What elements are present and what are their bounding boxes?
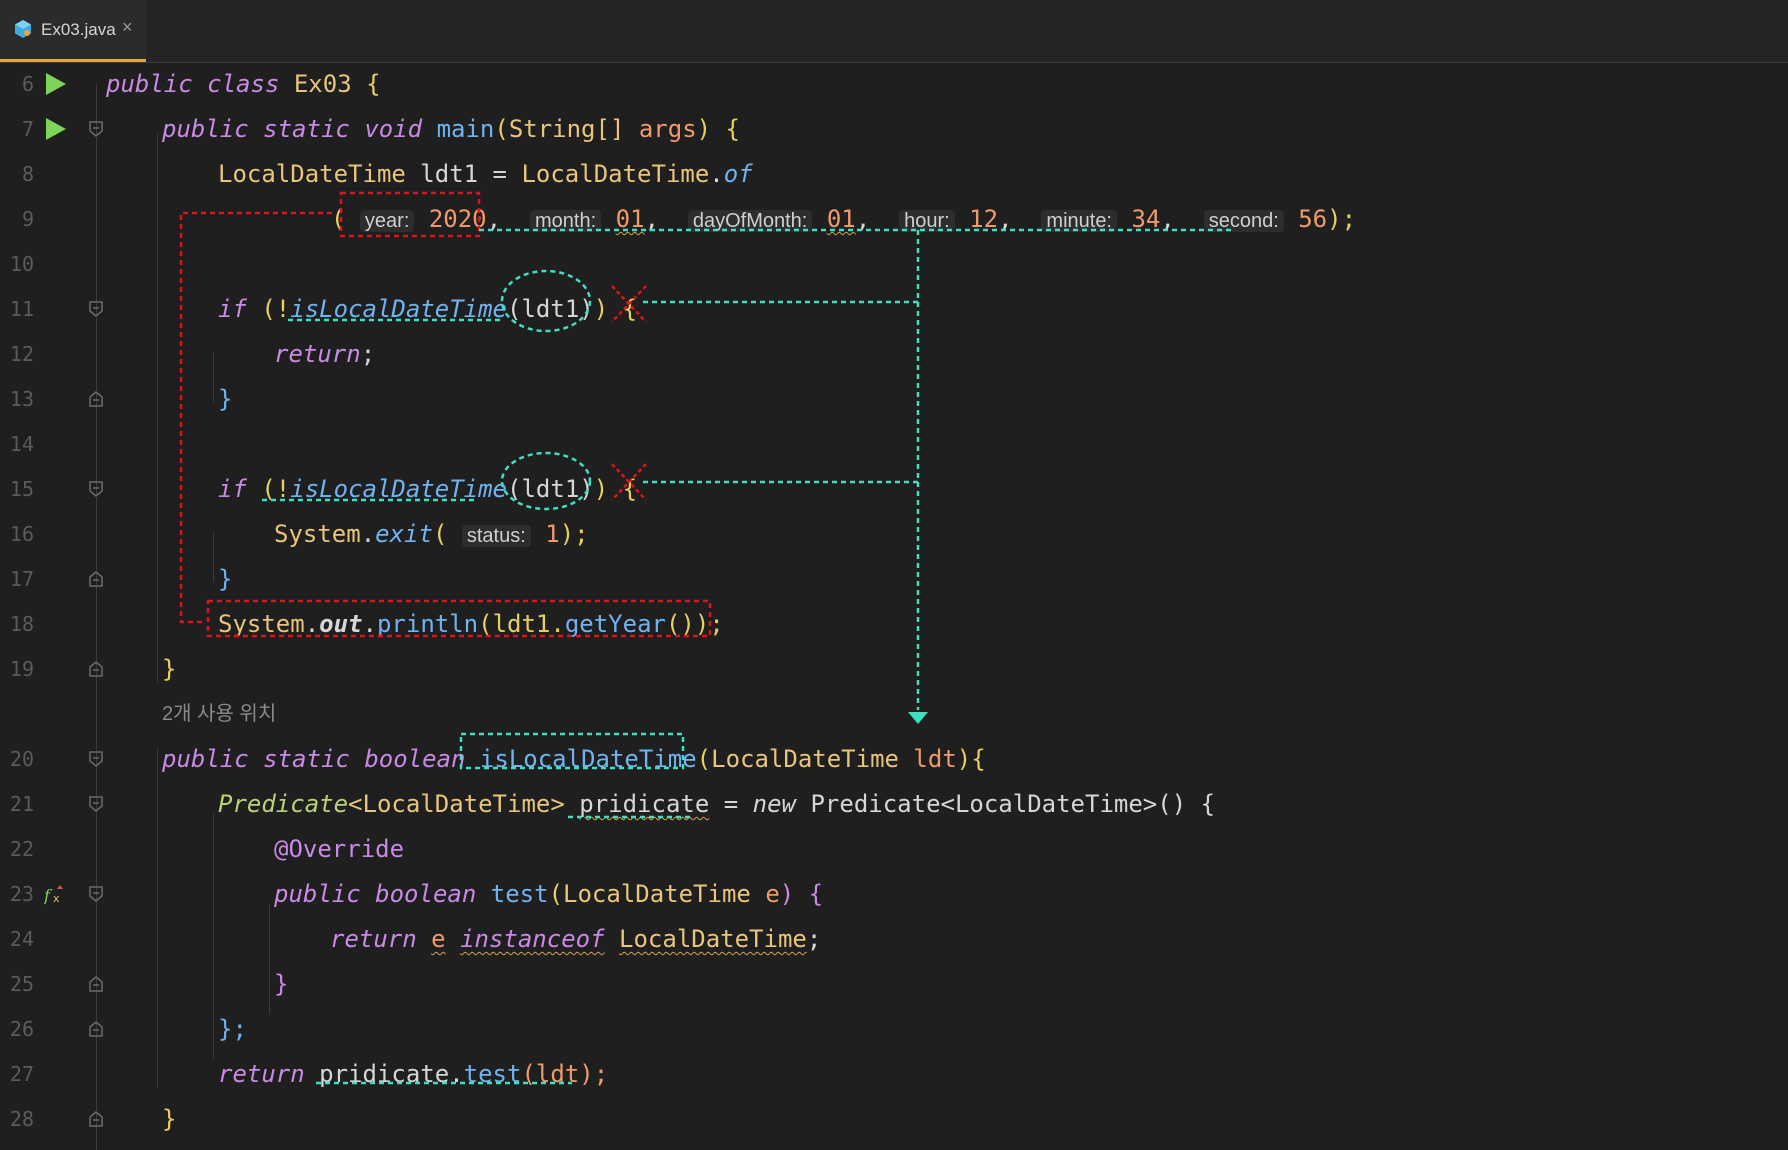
code-text: } — [218, 565, 233, 593]
close-icon[interactable]: × — [122, 17, 133, 38]
code-line-20: 20 public static boolean isLocalDateTime… — [0, 737, 1788, 782]
code-line-12: 12 return; — [0, 332, 1788, 377]
line-number: 26 — [9, 1017, 34, 1041]
line-number: 23 — [9, 882, 34, 906]
param-hint: hour: — [899, 210, 955, 232]
code-line-7: 7 public static void main(String[] args)… — [0, 107, 1788, 152]
line-number: 24 — [9, 927, 34, 951]
code-line-11: 11 if (!isLocalDateTime(ldt1)) { — [0, 287, 1788, 332]
line-number: 22 — [9, 837, 34, 861]
editor-tab-bar: Ex03.java × — [0, 0, 1788, 63]
code-line-23: 23 f x public boolean test(LocalDateTime… — [0, 872, 1788, 917]
param-hint: year: — [359, 210, 415, 232]
line-number: 21 — [9, 792, 34, 816]
line-number: 13 — [9, 387, 34, 411]
fold-end-icon[interactable] — [89, 661, 103, 677]
fold-icon[interactable] — [89, 481, 103, 497]
tab-filename: Ex03.java — [41, 20, 116, 39]
code-text: @Override — [274, 835, 405, 863]
code-text: public static boolean isLocalDateTime(Lo… — [162, 745, 986, 773]
code-text: public boolean test(LocalDateTime e) { — [274, 880, 824, 908]
fold-icon[interactable] — [89, 301, 103, 317]
code-line-24: 24 return e instanceof LocalDateTime; — [0, 917, 1788, 962]
code-line-18: 18 System.out.println(ldt1.getYear()); — [0, 602, 1788, 647]
param-hint: status: — [461, 525, 531, 547]
code-text: return pridicate.test(ldt); — [218, 1060, 609, 1088]
line-number: 15 — [9, 477, 34, 501]
line-number: 18 — [9, 612, 34, 636]
code-text: ( year: 2020, month: 01, dayOfMonth: 01,… — [331, 205, 1357, 233]
code-line-8: 8 LocalDateTime ldt1 = LocalDateTime.of — [0, 152, 1788, 197]
fold-end-icon[interactable] — [89, 571, 103, 587]
code-text: return; — [274, 340, 376, 368]
code-line-13: 13 } — [0, 377, 1788, 422]
code-line-16: 16 System.exit( status: 1); — [0, 512, 1788, 557]
run-icon[interactable] — [46, 73, 66, 95]
fold-end-icon[interactable] — [89, 976, 103, 992]
code-line-21: 21 Predicate<LocalDateTime> pridicate = … — [0, 782, 1788, 827]
line-number: 7 — [21, 117, 34, 141]
line-number: 28 — [9, 1107, 34, 1131]
param-hint: dayOfMonth: — [687, 210, 813, 232]
code-text: public static void main(String[] args) { — [162, 115, 741, 143]
line-number: 20 — [9, 747, 34, 771]
code-text: } — [274, 970, 289, 998]
fold-end-icon[interactable] — [89, 1021, 103, 1037]
code-text: LocalDateTime ldt1 = LocalDateTime.of — [218, 160, 753, 188]
line-number: 10 — [9, 252, 34, 276]
tab-ex03-java[interactable]: Ex03.java × — [0, 0, 146, 62]
code-text: System.exit( status: 1); — [274, 520, 589, 548]
fold-icon[interactable] — [89, 751, 103, 767]
fold-icon[interactable] — [89, 121, 103, 137]
line-number: 11 — [9, 297, 34, 321]
param-hint: month: — [529, 210, 602, 232]
code-line-22: 22 @Override — [0, 827, 1788, 872]
code-line-27: 27 return pridicate.test(ldt); — [0, 1052, 1788, 1097]
line-number: 9 — [21, 207, 34, 231]
code-line-9: 9 ( year: 2020, month: 01, dayOfMonth: 0… — [0, 197, 1788, 242]
line-number: 27 — [9, 1062, 34, 1086]
run-icon[interactable] — [46, 118, 66, 140]
code-text: } — [218, 385, 233, 413]
fold-icon[interactable] — [89, 886, 103, 902]
line-number: 16 — [9, 522, 34, 546]
code-line-17: 17 } — [0, 557, 1788, 602]
code-line-6: 6 public class Ex03 { — [0, 62, 1788, 107]
code-text: System.out.println(ldt1.getYear()); — [218, 610, 724, 638]
svg-text:x: x — [53, 892, 60, 905]
fold-icon[interactable] — [89, 796, 103, 812]
java-file-icon — [15, 20, 31, 38]
code-text: } — [162, 1105, 177, 1133]
line-number: 12 — [9, 342, 34, 366]
code-text: Predicate<LocalDateTime> pridicate = new… — [218, 790, 1216, 818]
code-text: if (!isLocalDateTime(ldt1)) { — [218, 295, 638, 323]
override-method-icon[interactable]: f x — [44, 883, 68, 905]
code-line-25: 25 } — [0, 962, 1788, 1007]
usages-lens[interactable]: 2개 사용 위치 — [162, 692, 276, 737]
param-hint: second: — [1203, 210, 1284, 232]
code-text: public class Ex03 { — [106, 70, 381, 98]
fold-end-icon[interactable] — [89, 391, 103, 407]
line-number: 19 — [9, 657, 34, 681]
code-text: return e instanceof LocalDateTime; — [330, 925, 822, 953]
code-line-26: 26 }; — [0, 1007, 1788, 1052]
fold-end-icon[interactable] — [89, 1111, 103, 1127]
code-line-14: 14 — [0, 422, 1788, 467]
code-line-10: 10 — [0, 242, 1788, 287]
line-number: 17 — [9, 567, 34, 591]
code-line-28: 28 } — [0, 1097, 1788, 1142]
code-line-15: 15 if (!isLocalDateTime(ldt1)) { — [0, 467, 1788, 512]
code-text: }; — [218, 1015, 247, 1043]
code-line-19: 19 } — [0, 647, 1788, 692]
line-number: 6 — [21, 72, 34, 96]
line-number: 25 — [9, 972, 34, 996]
svg-text:f: f — [44, 886, 53, 905]
param-hint: minute: — [1041, 210, 1117, 232]
code-editor[interactable]: 6 public class Ex03 { 7 public static vo… — [0, 62, 1788, 1150]
line-number: 14 — [9, 432, 34, 456]
code-text: } — [162, 655, 177, 683]
code-text: if (!isLocalDateTime(ldt1)) { — [218, 475, 638, 503]
line-number: 8 — [21, 162, 34, 186]
